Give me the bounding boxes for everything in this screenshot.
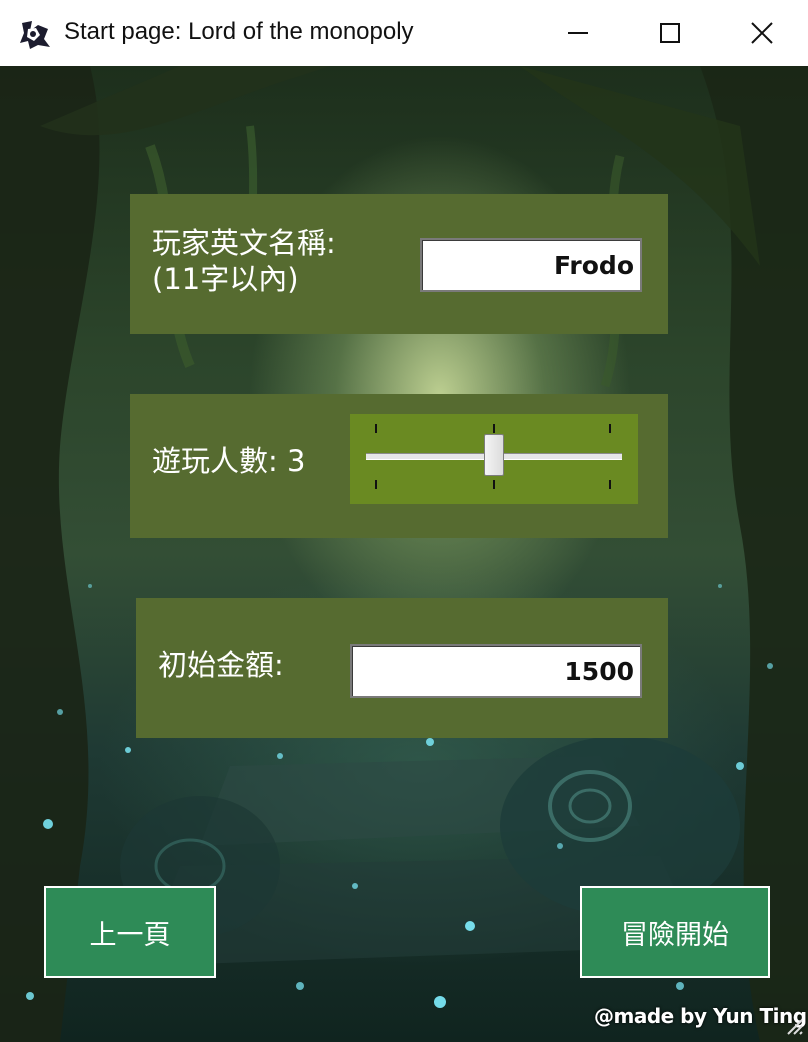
player-name-hint: (11字以內) <box>152 262 299 296</box>
resize-grip-icon[interactable] <box>784 1016 804 1036</box>
minimize-icon <box>568 32 588 34</box>
slider-tick <box>609 424 611 433</box>
initial-money-label: 初始金額: <box>158 648 284 682</box>
app-logo-icon <box>18 19 52 51</box>
previous-page-button[interactable]: 上一頁 <box>44 886 216 978</box>
slider-tick <box>375 424 377 433</box>
title-bar[interactable]: Start page: Lord of the monopoly <box>0 0 808 67</box>
window-title: Start page: Lord of the monopoly <box>64 18 414 45</box>
app-window: Start page: Lord of the monopoly 玩家英文名稱:… <box>0 0 808 1042</box>
maximize-icon <box>660 23 680 43</box>
close-icon <box>751 22 773 44</box>
close-button[interactable] <box>716 0 808 66</box>
initial-money-input[interactable] <box>350 644 642 698</box>
player-count-label-text: 遊玩人數: <box>152 444 278 478</box>
slider-tick <box>609 480 611 489</box>
slider-tick <box>493 480 495 489</box>
player-name-label: 玩家英文名稱: <box>152 226 336 260</box>
minimize-button[interactable] <box>532 0 624 66</box>
player-count-slider[interactable] <box>350 414 638 504</box>
slider-tick <box>493 424 495 433</box>
credit-text: @made by Yun Ting <box>594 1004 807 1028</box>
slider-thumb[interactable] <box>484 434 504 476</box>
player-count-label: 遊玩人數: 3 <box>152 444 305 478</box>
player-name-input[interactable] <box>420 238 642 292</box>
player-count-value: 3 <box>287 444 306 478</box>
slider-tick <box>375 480 377 489</box>
start-adventure-button[interactable]: 冒險開始 <box>580 886 770 978</box>
maximize-button[interactable] <box>624 0 716 66</box>
